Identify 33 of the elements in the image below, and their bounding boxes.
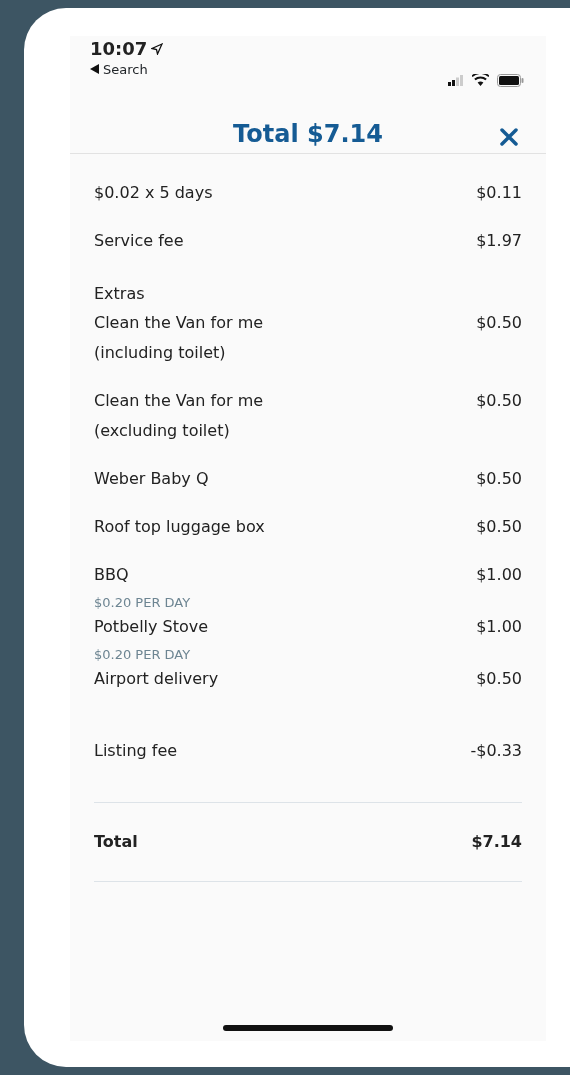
status-time: 10:07 bbox=[90, 38, 148, 60]
line-item-amount: $1.00 bbox=[476, 616, 522, 638]
line-item-label: Airport delivery bbox=[94, 668, 219, 690]
line-item-amount: $0.50 bbox=[476, 668, 522, 690]
line-item-amount: -$0.33 bbox=[470, 740, 522, 762]
section-heading: Extras bbox=[93, 283, 146, 305]
page-title: Total $7.14 bbox=[233, 118, 383, 150]
line-item-amount: $1.00 bbox=[476, 564, 522, 586]
line-item-label: BBQ bbox=[94, 564, 129, 586]
line-item-label: Clean the Van for me (including toilet) bbox=[94, 312, 265, 364]
price-note: $0.20 PER DAY bbox=[93, 594, 192, 612]
line-item-label: Listing fee bbox=[94, 740, 178, 762]
wifi-icon bbox=[472, 74, 489, 86]
line-item-label: Service fee bbox=[94, 230, 184, 252]
line-item-label: Roof top luggage box bbox=[94, 516, 265, 538]
line-item-label: Clean the Van for me (excluding toilet) bbox=[94, 390, 265, 442]
total-amount: $7.14 bbox=[471, 831, 522, 853]
battery-icon bbox=[497, 73, 524, 87]
line-item-amount: $0.50 bbox=[476, 390, 522, 412]
line-item-label: $0.02 x 5 days bbox=[94, 182, 213, 204]
line-item-amount: $1.97 bbox=[476, 230, 522, 252]
line-item-amount: $0.11 bbox=[476, 182, 522, 204]
signal-icon bbox=[448, 74, 464, 86]
line-item-amount: $0.50 bbox=[476, 468, 522, 490]
back-link[interactable]: Search bbox=[90, 59, 164, 80]
total-label: Total bbox=[94, 831, 138, 853]
line-item-amount: $0.50 bbox=[476, 516, 522, 538]
back-arrow-icon bbox=[90, 64, 99, 75]
location-arrow-icon bbox=[151, 42, 164, 55]
line-item-amount: $0.50 bbox=[476, 312, 522, 334]
price-note: $0.20 PER DAY bbox=[93, 646, 192, 664]
line-item-label: Potbelly Stove bbox=[94, 616, 209, 638]
line-item-label: Weber Baby Q bbox=[94, 468, 209, 490]
